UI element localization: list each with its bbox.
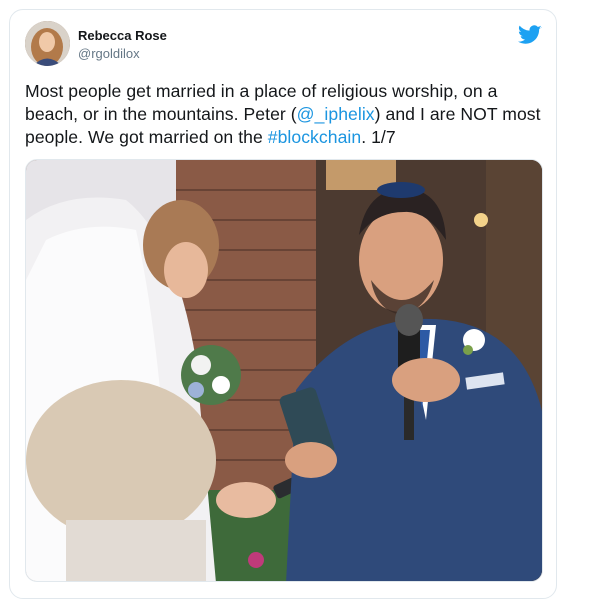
avatar[interactable]: [25, 21, 70, 66]
hashtag-link[interactable]: #blockchain: [268, 127, 361, 147]
twitter-bird-icon[interactable]: [518, 23, 542, 47]
tweet-card[interactable]: Rebecca Rose @rgoldilox Most people get …: [9, 9, 557, 599]
author-handle[interactable]: @rgoldilox: [78, 46, 140, 61]
mention-link[interactable]: @_iphelix: [297, 104, 375, 124]
author-display-name[interactable]: Rebecca Rose: [78, 28, 167, 43]
tweet-text-part: . 1/7: [361, 127, 396, 147]
tweet-media-photo[interactable]: [25, 159, 543, 582]
tweet-text: Most people get married in a place of re…: [25, 80, 547, 149]
